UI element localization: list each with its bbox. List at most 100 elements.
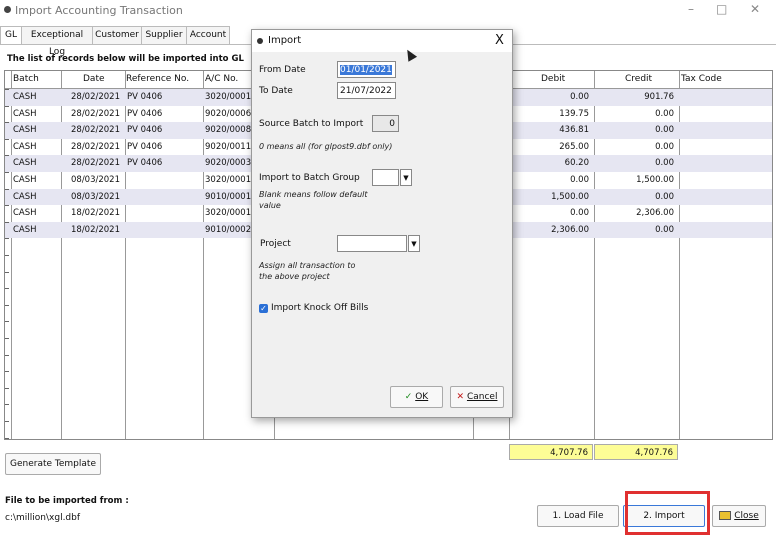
row-marker [5, 421, 9, 422]
cancel-button[interactable]: ✕ Cancel [450, 386, 504, 408]
file-path: c:\million\xgl.dbf [5, 513, 81, 523]
column-header-reference[interactable]: Reference No. [126, 71, 189, 88]
close-label: Close [734, 511, 759, 521]
debit-cell: 2,306.00 [551, 224, 589, 235]
credit-cell: 0.00 [655, 158, 674, 169]
batch-cell: CASH [13, 191, 37, 202]
source-batch-input[interactable]: 0 [372, 115, 399, 132]
debit-cell: 1,500.00 [551, 191, 589, 202]
import-dialog: Import X From Date 01/01/2021 To Date 21… [251, 29, 513, 418]
maximize-button[interactable]: □ [716, 2, 727, 16]
row-marker [5, 122, 9, 124]
dialog-close-button[interactable]: X [495, 33, 504, 48]
window-title: Import Accounting Transaction [15, 4, 183, 17]
batch-cell: CASH [13, 224, 37, 235]
close-window-button[interactable]: ✕ [750, 2, 760, 16]
project-input[interactable] [337, 235, 407, 252]
date-cell: 28/02/2021 [71, 158, 120, 169]
row-marker [5, 172, 9, 173]
from-date-value: 01/01/2021 [340, 65, 392, 75]
row-marker [5, 304, 9, 306]
batch-group-note: Blank means follow default value [259, 190, 368, 210]
to-date-input[interactable]: 21/07/2022 [337, 82, 396, 99]
ok-button[interactable]: ✓ OK [390, 386, 443, 408]
reference-cell: PV 0406 [127, 141, 163, 152]
credit-cell: 0.00 [655, 141, 674, 152]
folder-icon [719, 511, 732, 520]
load-file-button[interactable]: 1. Load File [537, 505, 619, 527]
tab-customer[interactable]: Customer [92, 26, 142, 44]
from-date-input[interactable]: 01/01/2021 [337, 61, 396, 78]
row-marker [5, 271, 9, 273]
source-batch-label: Source Batch to Import [259, 119, 364, 129]
x-icon: ✕ [456, 392, 465, 402]
debit-cell: 265.00 [559, 141, 589, 152]
dialog-title: Import [268, 35, 302, 46]
date-cell: 28/02/2021 [71, 92, 120, 102]
column-header-batch[interactable]: Batch [13, 71, 39, 88]
row-marker [5, 188, 9, 190]
row-marker [5, 338, 9, 339]
credit-cell: 1,500.00 [636, 175, 674, 185]
row-marker [5, 221, 9, 223]
batch-cell: CASH [13, 175, 37, 185]
ok-label: OK [415, 392, 429, 402]
row-marker [5, 387, 9, 389]
date-cell: 28/02/2021 [71, 125, 120, 136]
column-header-credit[interactable]: Credit [625, 71, 652, 88]
credit-total: 4,707.76 [594, 444, 678, 460]
batch-cell: CASH [13, 108, 37, 119]
minimize-button[interactable]: – [688, 2, 694, 16]
from-date-label: From Date [259, 65, 306, 75]
column-header-debit[interactable]: Debit [541, 71, 565, 88]
credit-cell: 2,306.00 [636, 208, 674, 219]
row-marker [5, 205, 9, 207]
reference-cell: PV 0406 [127, 125, 163, 136]
knock-off-label: Import Knock Off Bills [271, 303, 369, 313]
debit-total: 4,707.76 [509, 444, 593, 460]
row-marker [5, 371, 9, 373]
dialog-titlebar: Import X [252, 30, 512, 52]
batch-group-dropdown-icon[interactable]: ▼ [400, 169, 412, 186]
date-cell: 18/02/2021 [71, 224, 120, 235]
batch-group-input[interactable] [372, 169, 399, 186]
column-header-date[interactable]: Date [83, 71, 105, 88]
debit-cell: 139.75 [559, 108, 589, 119]
batch-cell: CASH [13, 92, 37, 102]
dialog-icon [257, 38, 263, 44]
credit-cell: 0.00 [655, 224, 674, 235]
tab-supplier[interactable]: Supplier [141, 26, 187, 44]
credit-cell: 0.00 [655, 108, 674, 119]
project-dropdown-icon[interactable]: ▼ [408, 235, 420, 252]
debit-cell: 60.20 [564, 158, 589, 169]
row-marker [5, 155, 9, 157]
project-note: Assign all transaction to the above proj… [259, 261, 356, 281]
batch-cell: CASH [13, 208, 37, 219]
batch-cell: CASH [13, 158, 37, 169]
credit-cell: 0.00 [655, 125, 674, 136]
tab-gl[interactable]: GL [0, 26, 22, 45]
batch-cell: CASH [13, 141, 37, 152]
date-cell: 08/03/2021 [71, 191, 120, 202]
row-marker [5, 437, 9, 439]
tab-account[interactable]: Account [186, 26, 230, 44]
date-cell: 18/02/2021 [71, 208, 120, 219]
tab-exceptional-log[interactable]: Exceptional Log [21, 26, 93, 57]
source-batch-note: 0 means all (for glpost9.dbf only) [259, 142, 393, 151]
column-header-ac-no[interactable]: A/C No. [205, 71, 238, 88]
row-marker [5, 321, 9, 323]
row-marker [5, 105, 9, 107]
cancel-label: Cancel [466, 392, 498, 402]
window-titlebar: Import Accounting Transaction – □ ✕ [0, 0, 776, 22]
generate-template-label: Generate Template [10, 459, 96, 469]
generate-template-button[interactable]: Generate Template [5, 453, 101, 475]
date-cell: 28/02/2021 [71, 108, 120, 119]
knock-off-checkbox[interactable]: ✓ [259, 304, 268, 313]
column-header-tax-code[interactable]: Tax Code [681, 71, 722, 88]
date-cell: 28/02/2021 [71, 141, 120, 152]
debit-cell: 0.00 [570, 175, 589, 185]
close-button[interactable]: Close [712, 505, 766, 527]
credit-cell: 901.76 [644, 92, 674, 102]
check-icon: ✓ [404, 392, 413, 402]
row-marker [5, 138, 9, 140]
